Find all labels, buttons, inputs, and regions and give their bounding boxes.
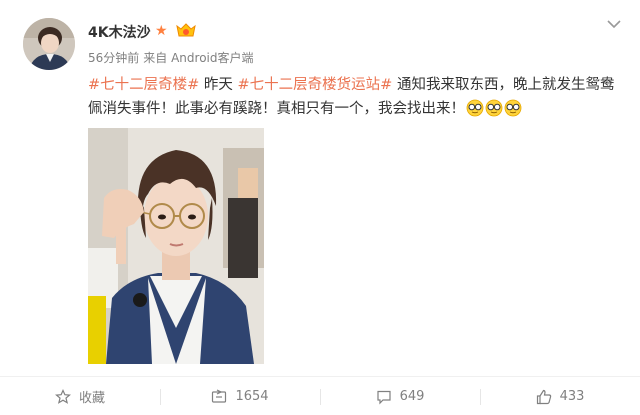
like-count: 433 — [559, 389, 585, 404]
post-time[interactable]: 56分钟前 — [88, 51, 139, 65]
post-content: #七十二层奇楼# 昨天 #七十二层奇楼货运站# 通知我来取东西，晚上就发生鸳鸯佩… — [88, 73, 618, 121]
avatar[interactable] — [23, 18, 75, 70]
post-photo[interactable] — [88, 128, 264, 364]
comment-count: 649 — [399, 389, 425, 404]
post-meta: 56分钟前 来自 Android客户端 — [88, 49, 254, 66]
post-source[interactable]: 来自 Android客户端 — [143, 51, 253, 65]
glasses-emoji-icon — [504, 99, 522, 117]
emoji-group — [465, 97, 522, 121]
member-badge-icon[interactable] — [175, 22, 197, 40]
glasses-emoji-icon — [466, 99, 484, 117]
repost-button[interactable]: 1654 — [160, 378, 320, 415]
favorite-button[interactable]: 收藏 — [0, 378, 160, 415]
glasses-emoji-icon — [485, 99, 503, 117]
favorite-label: 收藏 — [78, 391, 105, 406]
like-button[interactable]: 433 — [480, 378, 640, 415]
comment-button[interactable]: 649 — [320, 378, 480, 415]
actions-divider — [0, 376, 640, 377]
verified-star-icon: ★ — [155, 23, 168, 39]
topic-link[interactable]: #七十二层奇楼# — [88, 77, 199, 93]
repost-count: 1654 — [235, 389, 269, 404]
chevron-down-icon[interactable] — [606, 18, 622, 30]
post-text: 昨天 — [199, 77, 238, 93]
thumbs-up-icon — [536, 389, 551, 404]
star-outline-icon — [55, 388, 71, 404]
username[interactable]: 4K木法沙 — [88, 22, 151, 42]
topic-link[interactable]: #七十二层奇楼货运站# — [238, 77, 393, 93]
comment-icon — [376, 390, 391, 404]
weibo-post-card: 4K木法沙 ★ 56分钟前 来自 Android客户端 #七十二层奇楼# 昨天 #… — [0, 0, 640, 415]
repost-icon — [212, 388, 227, 403]
